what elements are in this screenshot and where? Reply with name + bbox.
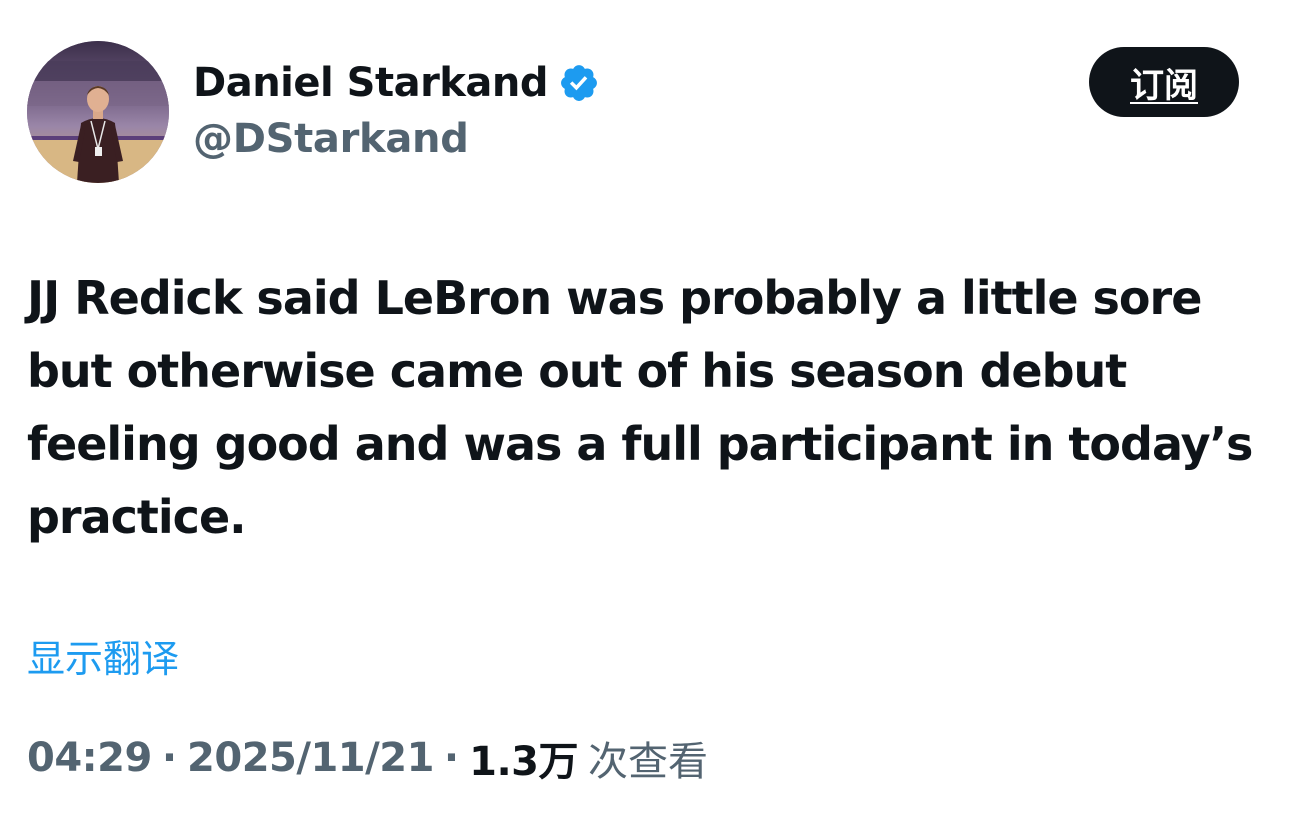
tweet-card: Daniel Starkand @DStarkand 订阅 JJ Redick … [0, 0, 1290, 825]
views-count: 1.3万 [469, 739, 578, 785]
avatar-photo [27, 41, 169, 183]
author-name-row: Daniel Starkand [193, 56, 600, 110]
meta-separator: · [443, 735, 460, 781]
show-translation-link[interactable]: 显示翻译 [27, 628, 179, 683]
author-avatar[interactable] [27, 41, 169, 183]
author-handle[interactable]: @DStarkand [193, 116, 469, 162]
tweet-date[interactable]: 2025/11/21 [187, 735, 434, 781]
meta-separator: · [161, 735, 178, 781]
views-label: 次查看 [587, 739, 708, 785]
tweet-text: JJ Redick said LeBron was probably a lit… [27, 271, 1253, 544]
subscribe-button[interactable]: 订阅 [1089, 47, 1239, 117]
tweet-meta: 04:29 · 2025/11/21 · 1.3万 次查看 [27, 728, 708, 788]
subscribe-button-label: 订阅 [1130, 65, 1198, 106]
tweet-time[interactable]: 04:29 [27, 735, 152, 781]
verified-badge-icon [558, 62, 600, 104]
author-display-name[interactable]: Daniel Starkand [193, 60, 549, 106]
